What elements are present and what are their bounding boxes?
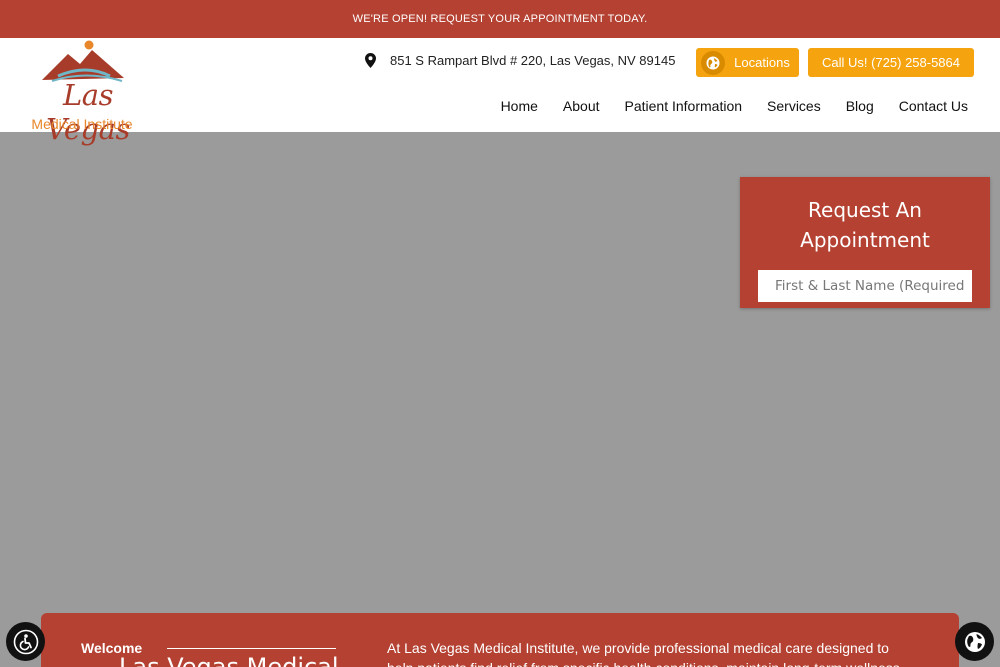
welcome-heading: Las Vegas Medical (119, 653, 339, 667)
nav-item-blog[interactable]: Blog (846, 98, 874, 114)
site-header: Las Vegas Medical Institute 851 S Rampar… (0, 38, 1000, 146)
call-label: Call Us! (725) 258-5864 (821, 55, 961, 70)
language-button[interactable] (955, 622, 994, 661)
accessibility-icon (13, 629, 38, 654)
globe-icon (964, 631, 985, 652)
address[interactable]: 851 S Rampart Blvd # 220, Las Vegas, NV … (365, 53, 675, 68)
address-text: 851 S Rampart Blvd # 220, Las Vegas, NV … (390, 53, 676, 68)
call-button[interactable]: Call Us! (725) 258-5864 (808, 48, 974, 77)
welcome-intro: At Las Vegas Medical Institute, we provi… (387, 640, 904, 667)
nav-item-services[interactable]: Services (767, 98, 821, 114)
locations-button[interactable]: Locations (696, 48, 799, 77)
announcement-text[interactable]: WE'RE OPEN! REQUEST YOUR APPOINTMENT TOD… (353, 13, 648, 25)
logo-script-text: Las Vegas (46, 78, 130, 146)
nav-item-patient-information[interactable]: Patient Information (625, 98, 743, 114)
appointment-form: Request An Appointment (740, 177, 990, 308)
logo-subtitle: Medical Institute (31, 116, 133, 132)
globe-icon (701, 50, 726, 75)
nav-item-contact-us[interactable]: Contact Us (899, 98, 968, 114)
welcome-section: Welcome Las Vegas Medical At Las Vegas M… (41, 613, 959, 667)
nav-item-home[interactable]: Home (501, 98, 538, 114)
accessibility-button[interactable] (6, 622, 45, 661)
map-pin-icon (365, 53, 376, 68)
nav-item-about[interactable]: About (563, 98, 600, 114)
name-input[interactable] (758, 270, 972, 302)
welcome-divider (167, 648, 336, 649)
site-logo[interactable]: Las Vegas Medical Institute (18, 38, 158, 146)
announcement-bar[interactable]: WE'RE OPEN! REQUEST YOUR APPOINTMENT TOD… (0, 0, 1000, 38)
main-nav: Home About Patient Information Services … (476, 98, 968, 114)
locations-label: Locations (734, 55, 790, 70)
appointment-form-title: Request An Appointment (800, 198, 930, 252)
